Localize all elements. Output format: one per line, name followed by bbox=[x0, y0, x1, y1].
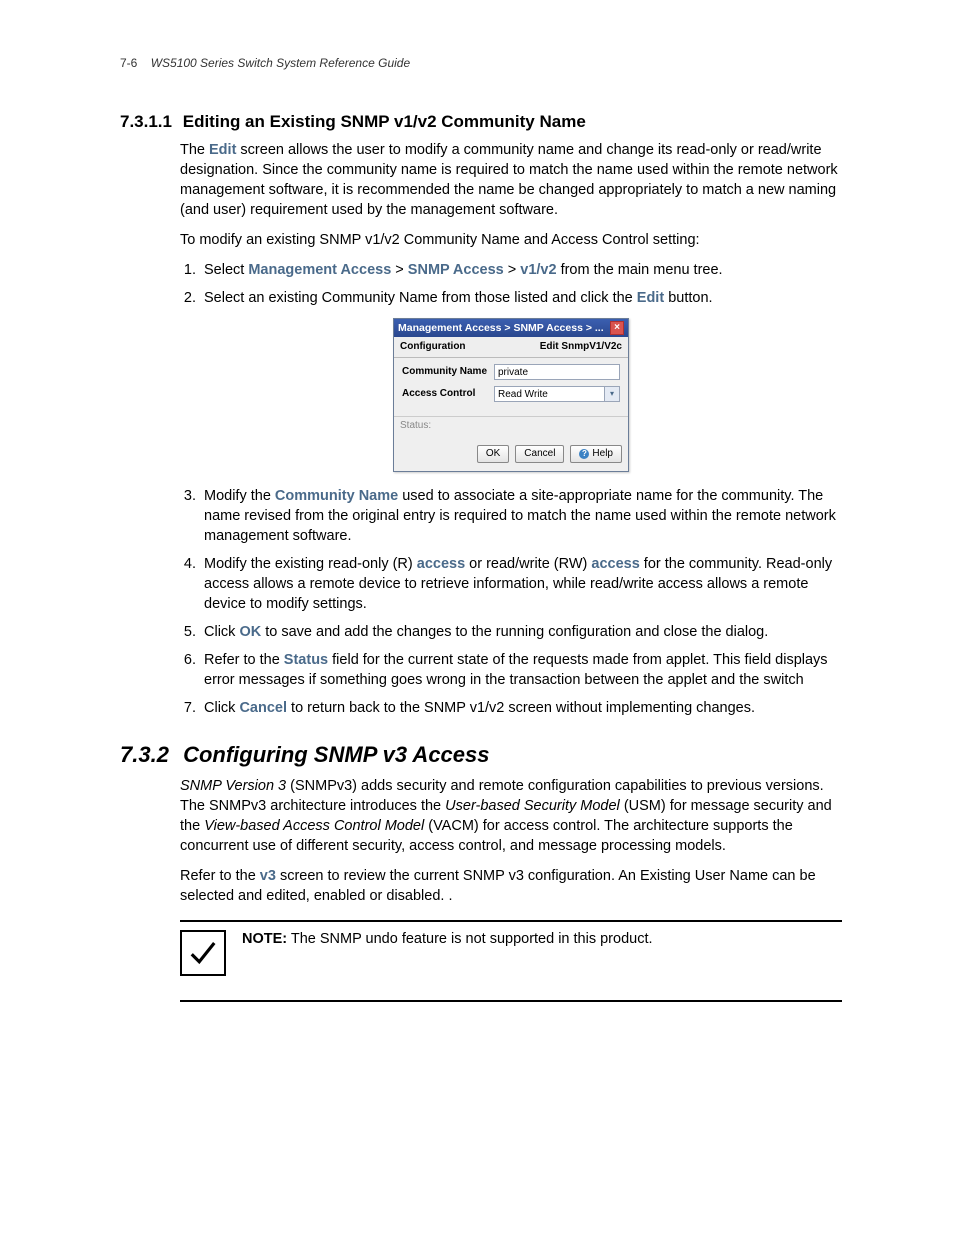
note-label: NOTE: bbox=[242, 931, 287, 947]
doc-title: WS5100 Series Switch System Reference Gu… bbox=[151, 56, 410, 70]
chevron-down-icon: ▾ bbox=[605, 386, 620, 402]
cancel-button[interactable]: Cancel bbox=[515, 445, 564, 463]
dialog-figure: Management Access > SNMP Access > ... × … bbox=[180, 318, 842, 472]
edit-dialog: Management Access > SNMP Access > ... × … bbox=[393, 318, 629, 472]
heading-7-3-1-1: 7.3.1.1 Editing an Existing SNMP v1/v2 C… bbox=[120, 112, 842, 132]
access-control-value: Read Write bbox=[494, 386, 605, 402]
dialog-button-row: OK Cancel ? Help bbox=[394, 443, 628, 471]
access-row: Access Control Read Write ▾ bbox=[402, 386, 620, 402]
running-header: 7-6 WS5100 Series Switch System Referenc… bbox=[120, 56, 842, 70]
section-body: The Edit screen allows the user to modif… bbox=[180, 140, 842, 718]
step-list: Select Management Access > SNMP Access >… bbox=[180, 260, 842, 308]
dialog-titlebar: Management Access > SNMP Access > ... × bbox=[394, 319, 628, 337]
step-7: Click Cancel to return back to the SNMP … bbox=[200, 698, 842, 718]
heading-text: Editing an Existing SNMP v1/v2 Community… bbox=[183, 112, 586, 131]
config-label: Configuration bbox=[400, 340, 466, 354]
note-text: NOTE: The SNMP undo feature is not suppo… bbox=[242, 930, 653, 950]
step-4: Modify the existing read-only (R) access… bbox=[200, 554, 842, 614]
dialog-title: Management Access > SNMP Access > ... bbox=[398, 321, 604, 335]
heading-number: 7.3.1.1 bbox=[120, 112, 172, 131]
page-number: 7-6 bbox=[120, 56, 137, 70]
paragraph: The Edit screen allows the user to modif… bbox=[180, 140, 842, 220]
page: 7-6 WS5100 Series Switch System Referenc… bbox=[0, 0, 954, 1235]
paragraph: To modify an existing SNMP v1/v2 Communi… bbox=[180, 230, 842, 250]
note-separator-bottom bbox=[180, 1000, 842, 1002]
note-block: NOTE: The SNMP undo feature is not suppo… bbox=[180, 922, 842, 986]
status-label: Status: bbox=[394, 416, 628, 443]
help-icon: ? bbox=[579, 449, 589, 459]
step-list-cont: Modify the Community Name used to associ… bbox=[180, 486, 842, 718]
section-body: SNMP Version 3 (SNMPv3) adds security an… bbox=[180, 776, 842, 1002]
step-6: Refer to the Status field for the curren… bbox=[200, 650, 842, 690]
edit-label: Edit SnmpV1/V2c bbox=[540, 340, 622, 354]
heading-text: Configuring SNMP v3 Access bbox=[183, 742, 489, 767]
step-2: Select an existing Community Name from t… bbox=[200, 288, 842, 308]
access-control-label: Access Control bbox=[402, 387, 494, 401]
checkmark-icon bbox=[180, 930, 226, 976]
community-row: Community Name private bbox=[402, 364, 620, 380]
help-button[interactable]: ? Help bbox=[570, 445, 622, 463]
step-3: Modify the Community Name used to associ… bbox=[200, 486, 842, 546]
paragraph: Refer to the v3 screen to review the cur… bbox=[180, 866, 842, 906]
dialog-subheader: Configuration Edit SnmpV1/V2c bbox=[394, 337, 628, 358]
dialog-form: Community Name private Access Control Re… bbox=[394, 358, 628, 416]
community-name-label: Community Name bbox=[402, 365, 494, 379]
heading-7-3-2: 7.3.2 Configuring SNMP v3 Access bbox=[120, 742, 842, 768]
step-5: Click OK to save and add the changes to … bbox=[200, 622, 842, 642]
community-name-input[interactable]: private bbox=[494, 364, 620, 380]
edit-term: Edit bbox=[209, 142, 236, 158]
close-icon[interactable]: × bbox=[610, 321, 624, 335]
access-control-select[interactable]: Read Write ▾ bbox=[494, 386, 620, 402]
ok-button[interactable]: OK bbox=[477, 445, 509, 463]
heading-number: 7.3.2 bbox=[120, 742, 169, 767]
paragraph: SNMP Version 3 (SNMPv3) adds security an… bbox=[180, 776, 842, 856]
step-1: Select Management Access > SNMP Access >… bbox=[200, 260, 842, 280]
